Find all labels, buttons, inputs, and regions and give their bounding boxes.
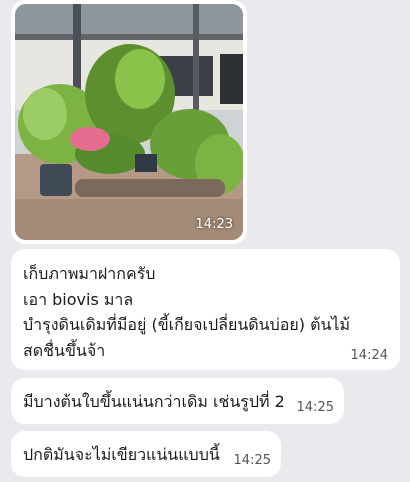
message-text: เก็บภาพมาฝากครับ เอา biovis มาล บำรุงดิน… bbox=[23, 261, 350, 363]
text-message-bubble[interactable]: เก็บภาพมาฝากครับ เอา biovis มาล บำรุงดิน… bbox=[11, 249, 400, 370]
message-timestamp: 14:25 bbox=[233, 453, 271, 468]
message-line: เอา biovis มาล bbox=[23, 289, 134, 309]
text-message-bubble[interactable]: มีบางต้นใบขึ้นแน่นกว่าเดิม เช่นรูปที่ 2 … bbox=[11, 378, 344, 424]
plant-photo-image bbox=[15, 4, 243, 240]
text-message-bubble[interactable]: ปกติมันจะไม่เขียวแน่นแบบนี้ 14:25 bbox=[11, 431, 281, 477]
image-timestamp: 14:23 bbox=[195, 217, 233, 232]
message-line: สดชื่นขึ้นจ้า bbox=[23, 340, 106, 360]
image-message-bubble[interactable]: 14:23 bbox=[11, 0, 247, 244]
message-line: เก็บภาพมาฝากครับ bbox=[23, 264, 156, 283]
message-text: ปกติมันจะไม่เขียวแน่นแบบนี้ bbox=[23, 445, 220, 464]
plant-photo[interactable]: 14:23 bbox=[15, 4, 243, 240]
message-timestamp: 14:24 bbox=[350, 348, 388, 363]
message-timestamp: 14:25 bbox=[296, 400, 334, 415]
message-text: มีบางต้นใบขึ้นแน่นกว่าเดิม เช่นรูปที่ 2 bbox=[23, 392, 285, 411]
message-line: บำรุงดินเดิมที่มีอยู่ (ขี้เกียจเปลี่ยนดิ… bbox=[23, 315, 350, 334]
